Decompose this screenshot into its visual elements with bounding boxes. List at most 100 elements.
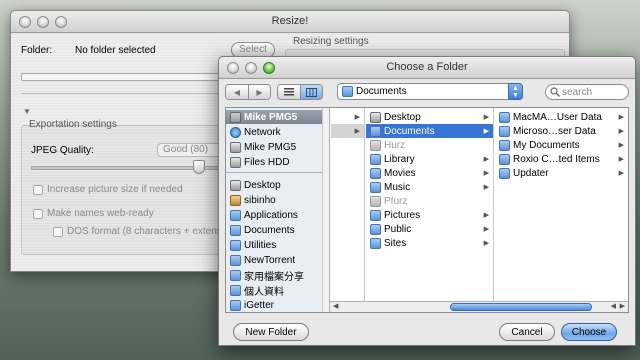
item-label: Updater xyxy=(513,167,549,179)
sidebar-item-documents[interactable]: Documents xyxy=(226,223,329,237)
list-item[interactable]: Hurz xyxy=(366,138,493,152)
drive-icon xyxy=(230,156,241,168)
sidebar-item-mike-pmg5-disk[interactable]: Mike PMG5 xyxy=(226,140,329,154)
sidebar-item-label: 個人資料 xyxy=(244,286,284,298)
sidebar-item-files-hdd[interactable]: Files HDD xyxy=(226,155,329,169)
sidebar-scrollbar[interactable] xyxy=(322,108,329,312)
sidebar-item-label: Desktop xyxy=(244,179,281,191)
list-item[interactable]: Roxio C…ted Items ▶ xyxy=(495,152,628,166)
sidebar-item-applications[interactable]: Applications xyxy=(226,208,329,222)
list-item[interactable]: My Documents ▶ xyxy=(495,138,628,152)
dos-format-label: DOS format (8 characters + extens xyxy=(67,226,222,237)
item-label: Public xyxy=(384,223,412,235)
item-label: Pictures xyxy=(384,209,421,221)
increase-size-label: Increase picture size if needed xyxy=(47,184,183,195)
cancel-button[interactable]: Cancel xyxy=(499,323,555,341)
desktop-icon xyxy=(230,179,241,191)
folder-icon xyxy=(499,111,510,123)
sidebar-item-label: NewTorrent xyxy=(244,254,296,266)
folder-icon xyxy=(230,299,241,311)
list-item[interactable]: Desktop ▶ xyxy=(366,110,493,124)
quality-slider-thumb[interactable] xyxy=(193,160,205,174)
disclosure-triangle-icon[interactable]: ▼ xyxy=(23,107,31,116)
folder-icon xyxy=(499,125,510,137)
web-ready-label: Make names web-ready xyxy=(47,208,154,219)
sidebar-item-label: 家用檔案分享 xyxy=(244,271,304,283)
sidebar-item-label: Mike PMG5 xyxy=(244,111,298,123)
folder-icon xyxy=(370,181,381,193)
folder-icon xyxy=(499,167,510,179)
drive-icon xyxy=(230,141,241,153)
sidebar-item-label: Files HDD xyxy=(244,156,290,168)
sidebar-item-personal-data[interactable]: 個人資料 xyxy=(226,283,329,298)
sidebar-separator xyxy=(226,172,329,173)
view-switcher xyxy=(277,84,323,100)
new-folder-button[interactable]: New Folder xyxy=(233,323,309,341)
home-icon xyxy=(230,194,241,206)
list-item[interactable]: Library ▶ xyxy=(366,152,493,166)
dialog-title: Choose a Folder xyxy=(386,61,468,73)
column-view-icon[interactable] xyxy=(300,85,322,99)
sidebar-item-label: iGetter xyxy=(244,299,275,311)
sidebar-item-label: Applications xyxy=(244,209,298,221)
dos-format-checkbox[interactable] xyxy=(53,227,63,237)
search-input[interactable]: search xyxy=(545,84,629,100)
increase-size-checkbox[interactable] xyxy=(33,185,43,195)
item-label: Desktop xyxy=(384,111,421,123)
scroll-left-icon[interactable]: ◀ xyxy=(333,302,338,310)
list-item[interactable]: Sites ▶ xyxy=(366,236,493,250)
horizontal-scrollbar[interactable]: ◀ ◀ ▶ xyxy=(330,301,628,312)
item-label: Sites xyxy=(384,237,407,249)
sidebar-item-utilities[interactable]: Utilities xyxy=(226,238,329,252)
sidebar-item-network[interactable]: Network xyxy=(226,125,329,139)
sidebar-item-igetter[interactable]: iGetter xyxy=(226,298,329,312)
sidebar-item-mike-pmg5[interactable]: Mike PMG5 xyxy=(226,110,329,124)
list-item[interactable]: Pfurz xyxy=(366,194,493,208)
documents-icon xyxy=(230,224,241,236)
column-root-item[interactable]: ▶ xyxy=(331,110,364,124)
scroll-right-icon[interactable]: ▶ xyxy=(620,302,625,310)
list-item[interactable]: MacMA…User Data ▶ xyxy=(495,110,628,124)
list-item[interactable]: Updater ▶ xyxy=(495,166,628,180)
sidebar-item-desktop[interactable]: Desktop xyxy=(226,178,329,192)
search-placeholder: search xyxy=(562,86,593,98)
item-label: Documents xyxy=(384,125,435,137)
divider xyxy=(21,93,221,94)
back-arrow-icon[interactable]: ◀ xyxy=(226,85,248,99)
list-item[interactable]: Public ▶ xyxy=(366,222,493,236)
scroll-thumb[interactable] xyxy=(450,303,592,311)
list-item[interactable]: Movies ▶ xyxy=(366,166,493,180)
choose-button[interactable]: Choose xyxy=(561,323,617,341)
folder-icon xyxy=(370,237,381,249)
location-label: Documents xyxy=(356,86,407,97)
sidebar-item-home-share[interactable]: 家用檔案分享 xyxy=(226,268,329,283)
folder-icon xyxy=(230,254,241,266)
forward-arrow-icon[interactable]: ▶ xyxy=(248,85,270,99)
item-label: My Documents xyxy=(513,139,580,151)
documents-folder-icon xyxy=(342,86,353,97)
location-popup[interactable]: Documents ▲ ▼ xyxy=(337,83,523,100)
list-view-icon[interactable] xyxy=(278,85,300,99)
exportation-settings-title: Exportation settings xyxy=(29,119,117,130)
column-home: Desktop ▶ Documents ▶ Hurz Library ▶ Movies… xyxy=(366,108,494,301)
jpeg-quality-label: JPEG Quality: xyxy=(31,145,94,156)
sidebar-item-newtorrent[interactable]: NewTorrent xyxy=(226,253,329,267)
sidebar-item-label: Documents xyxy=(244,224,295,236)
folder-icon xyxy=(499,153,510,165)
web-ready-checkbox[interactable] xyxy=(33,209,43,219)
search-icon xyxy=(550,87,560,97)
list-item[interactable]: Music ▶ xyxy=(366,180,493,194)
sidebar-item-label: Mike PMG5 xyxy=(244,141,297,153)
list-item[interactable]: Microso…ser Data ▶ xyxy=(495,124,628,138)
history-nav: ◀ ▶ xyxy=(225,84,271,100)
sidebar-item-sibinho[interactable]: sibinho xyxy=(226,193,329,207)
sidebar-item-label: sibinho xyxy=(244,194,276,206)
scroll-left-icon[interactable]: ◀ xyxy=(611,302,616,310)
resizing-settings-title: Resizing settings xyxy=(293,36,369,47)
desktop-icon xyxy=(370,111,381,123)
jpeg-quality-popup[interactable]: Good (80) xyxy=(157,143,221,157)
list-item[interactable]: Pictures ▶ xyxy=(366,208,493,222)
popup-arrows-icon: ▲ ▼ xyxy=(508,83,523,100)
column-root-item-selected[interactable]: ▶ xyxy=(331,124,364,138)
list-item[interactable]: Documents ▶ xyxy=(366,124,493,138)
